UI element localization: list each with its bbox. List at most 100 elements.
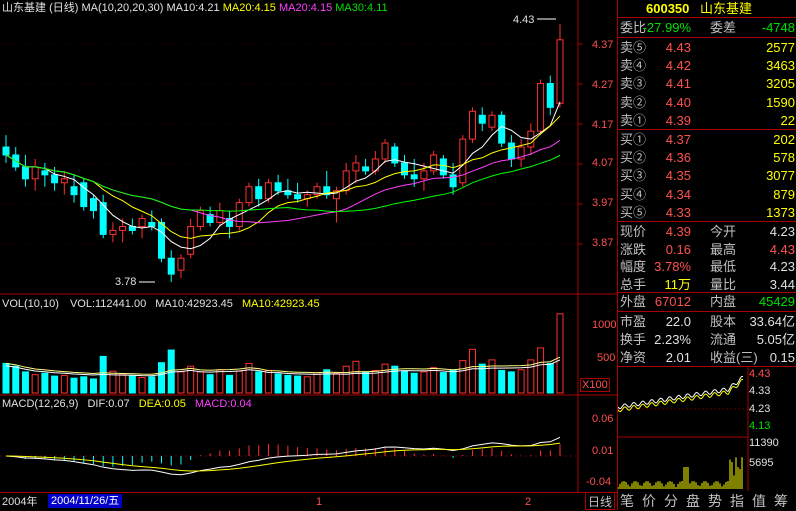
volume-bar — [342, 365, 350, 394]
high-price-marker: 4.43 — [513, 14, 535, 26]
volume-bar — [430, 367, 438, 394]
candle-body — [109, 229, 117, 235]
candle — [21, 154, 29, 187]
candle — [89, 194, 97, 219]
sell-volume: 2577 — [766, 40, 795, 55]
candle — [41, 162, 49, 187]
fund-label: 换手 — [620, 332, 647, 347]
stock-code: 600350 — [646, 1, 690, 16]
vol-ma10: MA10:42923.45 — [155, 298, 233, 310]
date-mark: 2 — [525, 496, 532, 508]
candle-body — [138, 218, 146, 227]
kline-chart[interactable] — [0, 0, 617, 510]
candle — [255, 178, 263, 207]
mini-axis-label: 5695 — [749, 457, 774, 469]
stat-label: 涨跌 — [620, 241, 647, 257]
quote-row: 市盈 22.0 股本 33.64亿 — [618, 312, 796, 331]
fund-value: 2.23% — [654, 332, 691, 347]
low-price-marker: 3.78 — [115, 276, 137, 288]
sell-level-label: 卖④ — [620, 58, 647, 74]
tab-index[interactable]: 指 — [730, 492, 744, 510]
fund-label: 市盈 — [620, 314, 647, 329]
vol-axis-label: 500 — [597, 352, 616, 364]
candle-body — [31, 166, 39, 180]
candle — [245, 182, 253, 207]
candle-body — [381, 142, 389, 160]
candle — [556, 23, 564, 108]
tab-trend[interactable]: 势 — [708, 492, 722, 510]
candle-body — [439, 158, 447, 176]
tab-chips[interactable]: 筹 — [774, 492, 788, 510]
volume-bar — [235, 370, 243, 394]
year-label: 2004年 — [2, 496, 38, 508]
tab-ticks[interactable]: 笔 — [620, 492, 634, 510]
mini-avg-line — [618, 378, 744, 413]
candle-body — [459, 138, 467, 184]
buy-price: 4.33 — [665, 204, 691, 220]
buy-volume: 578 — [773, 150, 795, 166]
stat-label: 总手 — [620, 276, 647, 292]
volume-bar — [226, 374, 234, 394]
volume-bar — [391, 365, 399, 394]
ma20-value: MA20:4.15 — [222, 2, 276, 14]
stat-label: 最高 — [710, 241, 737, 257]
candle — [459, 135, 467, 187]
volume-ma-line — [5, 356, 561, 375]
quote-row: 换手 2.23% 流通 5.05亿 — [618, 330, 796, 349]
sell-price: 4.42 — [665, 58, 691, 74]
vol-ma10-2: MA10:42923.45 — [241, 298, 320, 310]
candle — [362, 158, 370, 175]
fund-value: 5.05亿 — [756, 332, 795, 347]
tab-book[interactable]: 盘 — [686, 492, 700, 510]
volume-bar — [216, 369, 224, 394]
stat-value: 4.23 — [769, 224, 795, 239]
buy-volume: 202 — [773, 132, 795, 147]
candle-body — [478, 114, 486, 124]
quote-row: 买① 4.37 202 — [618, 130, 796, 149]
tab-minute[interactable]: 分 — [664, 492, 678, 510]
tab-daily[interactable]: 日线 — [585, 492, 616, 510]
stat-value: 3.78% — [654, 259, 691, 274]
stat-label: 最低 — [710, 259, 737, 274]
candle-body — [2, 146, 10, 156]
mini-price-line — [618, 375, 744, 410]
macd-params: MACD(12,26,9) — [2, 398, 79, 410]
candle — [400, 154, 408, 179]
candle — [498, 111, 506, 148]
candle — [60, 170, 68, 195]
buy-volume: 1373 — [766, 204, 795, 220]
stat-value: 4.43 — [769, 241, 795, 257]
candle-body — [177, 257, 185, 271]
candle — [226, 210, 234, 239]
tab-price[interactable]: 价 — [642, 492, 656, 510]
volume-bar — [264, 369, 272, 394]
candle-body — [264, 182, 272, 200]
candle — [507, 135, 515, 167]
cursor-date: 2004/11/26/五 — [48, 494, 123, 508]
buy-volume: 3077 — [766, 168, 795, 184]
volume-bar — [400, 370, 408, 394]
candle — [109, 222, 117, 243]
candle-body — [469, 110, 477, 140]
candle — [430, 151, 438, 175]
tab-value[interactable]: 值 — [752, 492, 766, 510]
volume-bar — [41, 372, 49, 394]
ma30-line — [5, 154, 561, 213]
candle-body — [537, 83, 545, 132]
volume-bar — [507, 371, 515, 394]
volume-bar — [196, 371, 204, 394]
stat-label: 今开 — [710, 224, 737, 239]
volume-bar — [332, 372, 340, 394]
fund-value: 2.01 — [665, 350, 691, 365]
ma-params: MA(10,20,20,30) — [81, 2, 164, 14]
dea-line — [5, 442, 561, 472]
stock-name: 山东基建 — [2, 2, 46, 14]
price-axis-label: 4.27 — [592, 79, 614, 91]
volume-bar — [381, 363, 389, 394]
quote-row: 卖⑤ 4.43 2577 — [618, 38, 796, 57]
quote-panel: 600350 山东基建 委比 -27.99% 委差 -4748 外盘 67012… — [617, 0, 796, 510]
volume-bar — [128, 375, 136, 394]
volume-bar — [51, 375, 59, 394]
volume-bar — [206, 374, 214, 394]
candle-body — [255, 186, 263, 200]
